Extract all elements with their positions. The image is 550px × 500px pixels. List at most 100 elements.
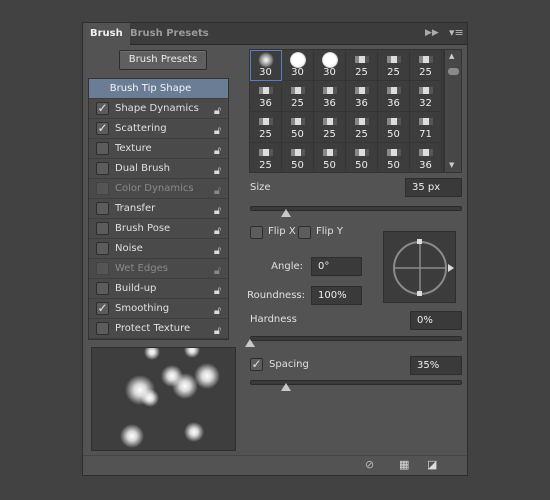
brush-stroke-preview (91, 347, 236, 451)
option-dual-brush[interactable]: Dual Brush 🔓︎ (89, 159, 228, 179)
option-checkbox[interactable] (96, 162, 109, 175)
option-texture[interactable]: Texture 🔓︎ (89, 139, 228, 159)
hardness-slider[interactable] (250, 336, 462, 341)
brush-tip[interactable]: 36 (346, 81, 378, 112)
option-checkbox[interactable]: ✓ (96, 302, 109, 315)
brush-tip[interactable]: 50 (282, 112, 314, 143)
brush-tip[interactable]: 25 (282, 81, 314, 112)
angle-input[interactable]: 0° (311, 257, 362, 276)
brush-tip[interactable]: 30 (314, 50, 346, 81)
lock-icon[interactable]: 🔓︎ (214, 101, 221, 120)
double-arrow-icon[interactable]: ▶▶ (425, 28, 439, 38)
brush-tip[interactable]: 30 (250, 50, 282, 81)
option-checkbox[interactable] (96, 242, 109, 255)
brush-size: 25 (355, 129, 368, 140)
brush-tip[interactable]: 25 (346, 112, 378, 143)
brush-panel: Brush Brush Presets ▶▶ ▾≡ Brush Presets … (82, 22, 468, 476)
brush-size: 30 (259, 67, 272, 78)
option-wet-edges[interactable]: Wet Edges 🔓︎ (89, 259, 228, 279)
brush-tip[interactable]: 25 (346, 50, 378, 81)
brush-tip[interactable]: 25 (314, 112, 346, 143)
brush-tip[interactable]: 32 (410, 81, 442, 112)
flip-x-checkbox[interactable] (250, 226, 263, 239)
option-scattering[interactable]: ✓ Scattering 🔓︎ (89, 119, 228, 139)
brush-size: 36 (323, 98, 336, 109)
brush-size: 25 (259, 160, 272, 171)
scroll-up-icon[interactable]: ▲ (449, 52, 454, 60)
option-color-dynamics[interactable]: Color Dynamics 🔓︎ (89, 179, 228, 199)
lock-icon[interactable]: 🔓︎ (214, 301, 221, 320)
option-label: Transfer (115, 203, 156, 214)
option-checkbox[interactable]: ✓ (96, 122, 109, 135)
brush-tip[interactable]: 36 (410, 143, 442, 172)
brush-tip-icon (354, 87, 369, 94)
option-checkbox[interactable] (96, 202, 109, 215)
brush-tip[interactable]: 71 (410, 112, 442, 143)
hardness-input[interactable]: 0% (410, 311, 462, 330)
angle-roundness-widget[interactable] (383, 231, 456, 303)
lock-icon[interactable]: 🔓︎ (214, 201, 221, 220)
brush-tip[interactable]: 25 (410, 50, 442, 81)
option-label: Texture (115, 143, 152, 154)
brush-tip[interactable]: 50 (346, 143, 378, 172)
spacing-checkbox[interactable]: ✓ (250, 358, 263, 371)
brush-tip[interactable]: 25 (250, 143, 282, 172)
size-input[interactable]: 35 px (405, 178, 462, 197)
spacing-slider-thumb[interactable] (281, 383, 292, 391)
option-protect-texture[interactable]: Protect Texture 🔓︎ (89, 319, 228, 339)
brush-tip[interactable]: 30 (282, 50, 314, 81)
option-checkbox[interactable] (96, 182, 109, 195)
option-smoothing[interactable]: ✓ Smoothing 🔓︎ (89, 299, 228, 319)
lock-icon[interactable]: 🔓︎ (214, 221, 221, 240)
lock-icon[interactable]: 🔓︎ (214, 281, 221, 300)
roundness-input[interactable]: 100% (311, 286, 362, 305)
lock-icon[interactable]: 🔓︎ (214, 141, 221, 160)
lock-icon[interactable]: 🔓︎ (214, 321, 221, 340)
panel-menu-icon[interactable]: ▾≡ (449, 26, 464, 39)
flip-y-checkbox[interactable] (298, 226, 311, 239)
option-noise[interactable]: Noise 🔓︎ (89, 239, 228, 259)
brush-tip[interactable]: 25 (378, 50, 410, 81)
spacing-input[interactable]: 35% (410, 356, 462, 375)
brush-tip[interactable]: 50 (314, 143, 346, 172)
brush-tip[interactable]: 36 (378, 81, 410, 112)
preview-dabs (120, 348, 220, 448)
brush-size: 50 (355, 160, 368, 171)
option-checkbox[interactable] (96, 262, 109, 275)
option-checkbox[interactable] (96, 322, 109, 335)
new-preset-icon[interactable]: ◪ (427, 458, 437, 471)
lock-icon[interactable]: 🔓︎ (214, 181, 221, 200)
lock-icon[interactable]: 🔓︎ (214, 121, 221, 140)
option-brush-tip-shape[interactable]: Brush Tip Shape (89, 79, 228, 99)
brush-tip[interactable]: 25 (250, 112, 282, 143)
toggle-preview-icon[interactable]: ⊘ (365, 458, 374, 471)
option-brush-pose[interactable]: Brush Pose 🔓︎ (89, 219, 228, 239)
grid-scrollbar[interactable]: ▲ ▼ (444, 49, 462, 173)
size-slider-thumb[interactable] (281, 209, 292, 217)
option-shape-dynamics[interactable]: ✓ Shape Dynamics 🔓︎ (89, 99, 228, 119)
brush-size: 25 (291, 98, 304, 109)
grid-icon[interactable]: ▦ (399, 458, 409, 471)
lock-icon[interactable]: 🔓︎ (214, 261, 221, 280)
lock-icon[interactable]: 🔓︎ (214, 241, 221, 260)
brush-tip[interactable]: 36 (314, 81, 346, 112)
brush-presets-button[interactable]: Brush Presets (119, 50, 207, 70)
scroll-down-icon[interactable]: ▼ (449, 161, 454, 169)
brush-tip[interactable]: 50 (378, 112, 410, 143)
lock-icon[interactable]: 🔓︎ (214, 161, 221, 180)
brush-tip[interactable]: 50 (282, 143, 314, 172)
hardness-slider-thumb[interactable] (245, 339, 255, 347)
brush-tip-icon (386, 56, 401, 63)
option-checkbox[interactable] (96, 142, 109, 155)
option-build-up[interactable]: Build-up 🔓︎ (89, 279, 228, 299)
option-checkbox[interactable] (96, 282, 109, 295)
brush-tip-icon (322, 87, 337, 94)
option-checkbox[interactable]: ✓ (96, 102, 109, 115)
brush-tip[interactable]: 36 (250, 81, 282, 112)
brush-size: 25 (355, 67, 368, 78)
option-transfer[interactable]: Transfer 🔓︎ (89, 199, 228, 219)
scrollbar-thumb[interactable] (448, 68, 459, 75)
option-checkbox[interactable] (96, 222, 109, 235)
tab-brush-presets[interactable]: Brush Presets (123, 23, 216, 45)
brush-tip[interactable]: 50 (378, 143, 410, 172)
